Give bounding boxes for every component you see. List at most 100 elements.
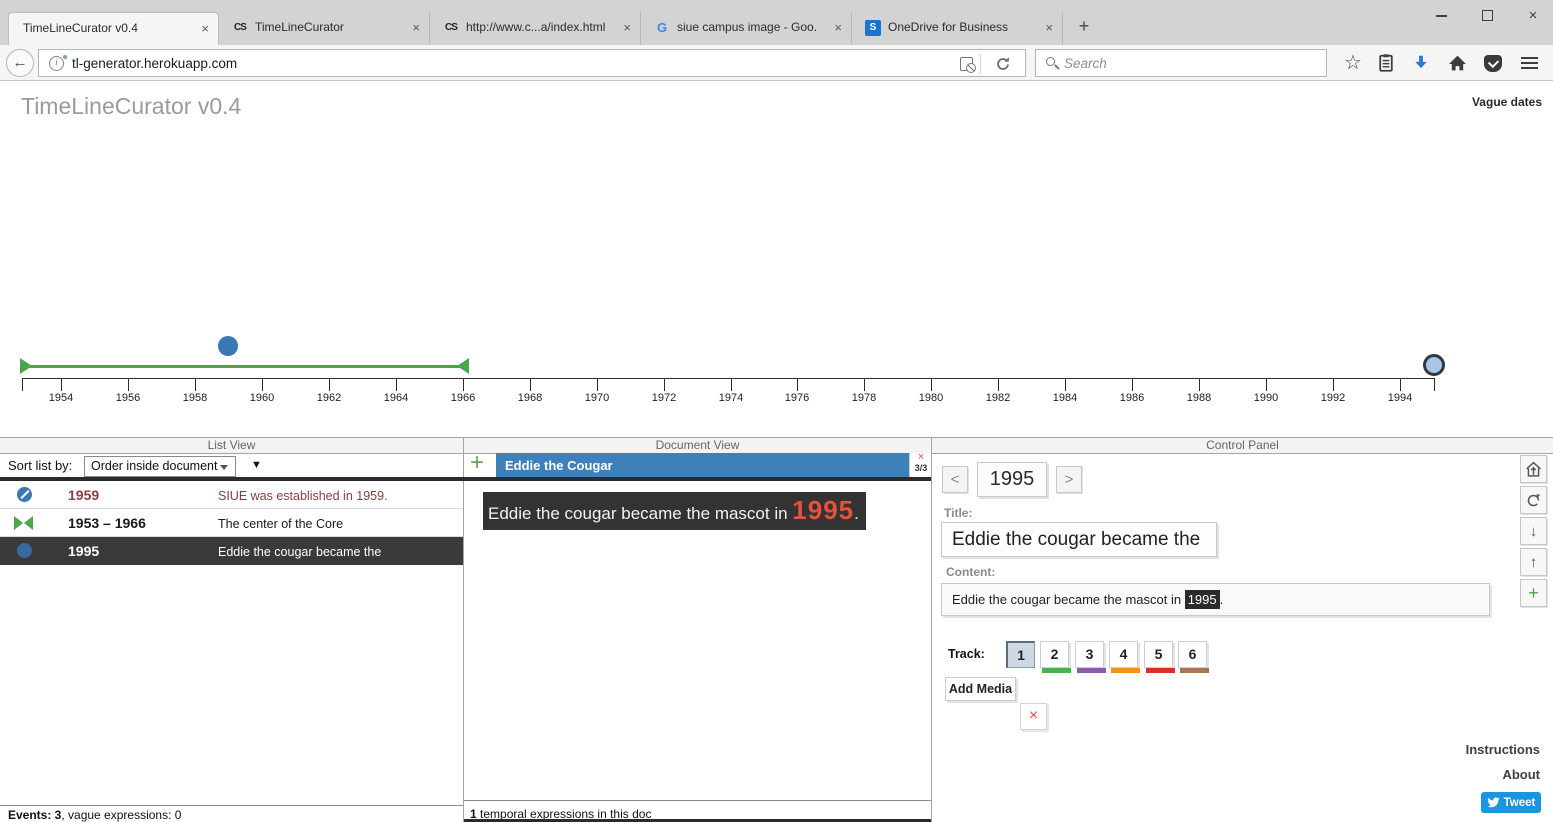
add-document-button[interactable]: +	[470, 451, 484, 475]
tweet-button[interactable]: Tweet	[1481, 792, 1541, 813]
back-button[interactable]: ←	[6, 49, 34, 77]
maximize-button[interactable]	[1471, 3, 1503, 28]
track-button-1[interactable]: 1	[1006, 641, 1035, 668]
url-bar[interactable]: i tl-generator.herokuapp.com	[38, 49, 1026, 77]
add-media-button[interactable]: Add Media	[945, 677, 1016, 701]
track-button-5[interactable]: 5	[1144, 641, 1173, 668]
span-event-icon	[14, 516, 34, 530]
events-status: Events: 3, vague expressions: 0	[8, 808, 181, 822]
browser-tab[interactable]: CSTimeLineCurator×	[219, 12, 430, 45]
axis-tick-label: 1988	[1179, 392, 1219, 404]
close-window-button[interactable]: ×	[1517, 3, 1549, 28]
add-event-button[interactable]: +	[1520, 579, 1547, 607]
event-date: 1959	[68, 487, 99, 503]
browser-tab[interactable]: SOneDrive for Business×	[852, 12, 1063, 45]
list-item[interactable]: 1995 Eddie the cougar became the	[0, 537, 463, 565]
sort-direction-button[interactable]: ▼	[251, 459, 262, 471]
axis-tick	[1065, 378, 1066, 391]
menu-button[interactable]	[1517, 51, 1541, 75]
tab-close-icon[interactable]: ×	[834, 20, 842, 35]
home-button[interactable]	[1445, 51, 1469, 75]
delete-event-button[interactable]: ×	[1020, 703, 1047, 730]
event-dot-1995-selected[interactable]	[1423, 354, 1445, 376]
axis-tick	[1333, 378, 1334, 391]
document-sentence-highlight[interactable]: Eddie the cougar became the mascot in 19…	[483, 492, 866, 530]
bookmark-star-button[interactable]: ☆	[1341, 51, 1365, 75]
axis-tick-label: 1962	[309, 392, 349, 404]
list-item[interactable]: 1953 – 1966The center of the Core	[0, 509, 463, 537]
browser-tab[interactable]: Gsiue campus image - Goo...×	[641, 12, 852, 45]
tab-close-icon[interactable]: ×	[623, 20, 631, 35]
browser-tab[interactable]: CShttp://www.c...a/index.html×	[430, 12, 641, 45]
axis-tick-label: 1978	[844, 392, 884, 404]
list-item[interactable]: 1959 SIUE was established in 1959.	[0, 481, 463, 509]
tab-title: http://www.c...a/index.html	[466, 20, 606, 34]
site-info-icon[interactable]: i	[49, 56, 64, 71]
new-tab-button[interactable]: +	[1072, 16, 1096, 37]
url-text: tl-generator.herokuapp.com	[72, 56, 237, 71]
axis-tick	[463, 378, 464, 391]
title-input[interactable]: Eddie the cougar became the	[941, 522, 1217, 557]
track-color-strip	[1146, 668, 1175, 673]
event-text: SIUE was established in 1959.	[218, 489, 388, 503]
axis-tick-label: 1966	[443, 392, 483, 404]
refresh-icon[interactable]	[995, 56, 1011, 77]
span-end-handle[interactable]	[457, 358, 469, 374]
event-date: 1953 – 1966	[68, 515, 146, 531]
event-text: Eddie the cougar became the	[218, 545, 381, 559]
reader-mode-icon[interactable]	[960, 57, 973, 71]
vague-dates-toggle[interactable]: Vague dates	[1472, 95, 1542, 109]
tab-close-icon[interactable]: ×	[1045, 20, 1053, 35]
track-button-6[interactable]: 6	[1178, 641, 1207, 668]
move-up-button[interactable]: ↑	[1520, 548, 1547, 576]
export-button[interactable]	[1520, 455, 1547, 483]
arrow-down-icon: ↓	[1530, 523, 1538, 540]
tab-close-icon[interactable]: ×	[201, 21, 209, 36]
axis-tick-label: 1992	[1313, 392, 1353, 404]
document-pager-count: 3/3	[910, 463, 932, 473]
minimize-icon	[1436, 15, 1447, 17]
axis-tick	[797, 378, 798, 391]
about-link[interactable]: About	[1502, 767, 1540, 782]
axis-tick	[597, 378, 598, 391]
tab-title: TimeLineCurator v0.4	[23, 21, 183, 35]
pocket-button[interactable]	[1481, 51, 1505, 75]
axis-tick-label: 1958	[175, 392, 215, 404]
redo-button[interactable]	[1520, 486, 1547, 514]
close-document-button[interactable]: ×	[910, 451, 932, 463]
list-footer-divider	[0, 805, 463, 806]
content-input[interactable]: Eddie the cougar became the mascot in 19…	[941, 583, 1490, 616]
bookmarks-library-button[interactable]	[1374, 51, 1398, 75]
event-date: 1995	[68, 543, 99, 559]
document-tab[interactable]: Eddie the Cougar	[496, 453, 909, 477]
axis-tick-label: 1980	[911, 392, 951, 404]
temporal-expression[interactable]: 1995	[792, 495, 854, 525]
search-input[interactable]: Search	[1035, 49, 1327, 77]
tab-close-icon[interactable]: ×	[412, 20, 420, 35]
list-view-header: List View	[0, 437, 463, 454]
move-down-button[interactable]: ↓	[1520, 517, 1547, 545]
track-label: Track:	[948, 647, 985, 661]
axis-tick	[1400, 378, 1401, 391]
content-label: Content:	[946, 565, 995, 579]
sort-order-select[interactable]: Order inside document	[84, 456, 236, 477]
track-button-2[interactable]: 2	[1040, 641, 1069, 668]
span-event-1953-1966[interactable]	[27, 365, 462, 368]
axis-tick-label: 1964	[376, 392, 416, 404]
search-icon	[1046, 57, 1055, 66]
instructions-link[interactable]: Instructions	[1466, 742, 1540, 757]
arrow-up-icon: ↑	[1530, 554, 1538, 571]
event-dot-1959[interactable]	[218, 336, 238, 356]
event-year-display[interactable]: 1995	[977, 462, 1047, 497]
axis-tick	[731, 378, 732, 391]
track-button-3[interactable]: 3	[1075, 641, 1104, 668]
axis-tick	[664, 378, 665, 391]
span-start-handle[interactable]	[20, 358, 32, 374]
prev-event-button[interactable]: <	[942, 466, 968, 493]
next-event-button[interactable]: >	[1056, 466, 1082, 493]
track-button-4[interactable]: 4	[1109, 641, 1138, 668]
axis-tick-label: 1990	[1246, 392, 1286, 404]
downloads-button[interactable]	[1409, 51, 1433, 75]
browser-tab[interactable]: TimeLineCurator v0.4 ×	[8, 12, 219, 45]
minimize-button[interactable]	[1425, 3, 1457, 28]
